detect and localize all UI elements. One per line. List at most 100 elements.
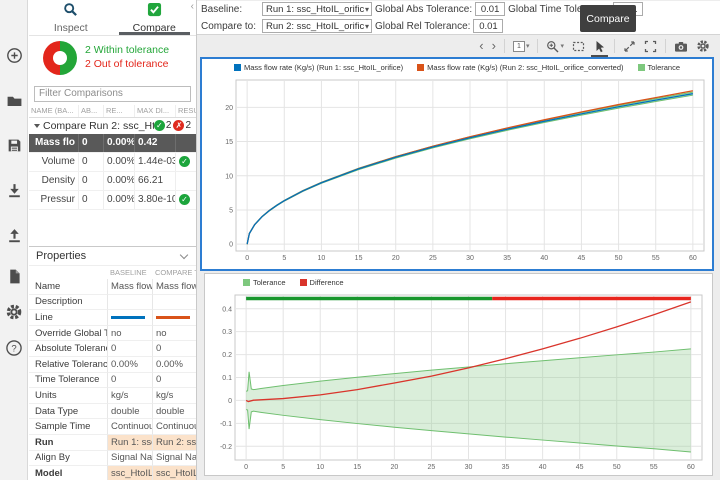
svg-text:20: 20: [390, 464, 398, 471]
compare-to-select[interactable]: Run 2: ssc_HtoIL_orifice_converted ▾: [262, 19, 372, 33]
property-row: Line: [29, 310, 196, 326]
fullscreen-icon[interactable]: [644, 40, 657, 53]
zoom-out-view-icon[interactable]: [623, 40, 636, 53]
add-button[interactable]: [0, 41, 28, 69]
difference-plot-area[interactable]: 0 5 10 15 20 25 30 35 40 45 50 55 60 -0.2 -0.1 0 0.1 0.2 0…: [205, 291, 712, 475]
group-pass-icon: ✓: [153, 120, 165, 131]
signal-row[interactable]: Volume 0 0.00% 1.44e-03 ✓: [29, 152, 196, 172]
properties-panel: Properties BASELINE COMPARE TO NameMass …: [29, 246, 196, 480]
col-name: NAME (BA...: [29, 104, 79, 117]
tab-inspect[interactable]: Inspect: [29, 0, 113, 35]
create-report-button[interactable]: [0, 262, 28, 290]
properties-rows: NameMass flow r...Mass flow r...Descript…: [29, 279, 196, 480]
legend-swatch: [299, 279, 307, 286]
comparison-group-row[interactable]: Compare Run 2: ssc_HtoIL_orific... ✓ 2 ✗…: [29, 118, 196, 134]
svg-text:10: 10: [318, 255, 326, 262]
preferences-button[interactable]: [0, 298, 28, 326]
svg-text:50: 50: [615, 255, 623, 262]
signal-row[interactable]: Mass flo00.00%0.42✗: [29, 133, 196, 153]
pointer-tool-icon[interactable]: [591, 40, 608, 57]
out-of-tolerance-count: 2 Out of tolerance: [85, 58, 169, 70]
svg-text:0: 0: [245, 255, 249, 262]
fit-to-view-icon[interactable]: [572, 40, 585, 53]
svg-text:15: 15: [225, 139, 233, 146]
compare-button[interactable]: Compare: [580, 5, 636, 32]
signals-chart[interactable]: Mass flow rate (Kg/s) (Run 1: ssc_HtoIL_…: [200, 57, 714, 271]
svg-text:0: 0: [229, 242, 233, 249]
compare-toolbar: Baseline: Run 1: ssc_HtoIL_orifice ▾ Glo…: [197, 1, 720, 35]
property-row: Absolute Tolerance00: [29, 341, 196, 357]
tab-compare[interactable]: Compare: [113, 0, 197, 35]
signal-row[interactable]: Density00.00%66.21✗: [29, 171, 196, 191]
global-abs-tolerance-input[interactable]: [475, 2, 506, 16]
baseline-select[interactable]: Run 1: ssc_HtoIL_orifice ▾: [262, 2, 372, 16]
global-abs-tolerance-label: Global Abs Tolerance:: [375, 3, 473, 15]
compare-to-select-value: Run 2: ssc_HtoIL_orifice_converted: [266, 20, 364, 32]
baseline-label: Baseline:: [201, 3, 243, 15]
baseline-line-swatch: [111, 315, 145, 319]
group-fail-count: 2: [185, 120, 191, 131]
save-button[interactable]: [0, 131, 28, 159]
group-label: Compare Run 2: ssc_HtoIL_orific...: [43, 119, 154, 132]
previous-view-icon[interactable]: ‹: [479, 39, 483, 52]
svg-text:0.1: 0.1: [222, 375, 232, 382]
svg-text:50: 50: [613, 464, 621, 471]
svg-text:40: 40: [539, 464, 547, 471]
property-row: Description: [29, 294, 196, 311]
property-row: Sample TimeContinuousContinuous: [29, 419, 196, 435]
difference-chart-legend: Tolerance Difference: [205, 274, 712, 291]
legend-swatch: [243, 279, 250, 286]
help-button[interactable]: ?: [0, 334, 28, 362]
zoom-in-icon[interactable]: ▾: [546, 40, 564, 53]
signal-row[interactable]: Pressur 0 0.00% 3.80e-10 ✓: [29, 190, 196, 210]
baseline-column-label: BASELINE: [110, 268, 147, 277]
collapse-panel-icon[interactable]: ‹: [191, 1, 194, 12]
import-button[interactable]: [0, 176, 28, 204]
subplot-layout-icon[interactable]: 1 ▾: [512, 40, 529, 52]
svg-text:-0.2: -0.2: [220, 444, 232, 451]
properties-title: Properties: [36, 250, 87, 262]
compare-panel: Inspect Compare ‹ 2 Within tolerance 2 O…: [29, 0, 197, 480]
properties-column-header: BASELINE COMPARE TO: [29, 266, 196, 279]
simulation-data-inspector-window: ? Inspect Compare ‹ 2 Within tolerance 2…: [0, 0, 720, 480]
filter-comparisons-input[interactable]: [34, 85, 191, 102]
group-fail-icon: ✗: [173, 120, 185, 131]
svg-text:40: 40: [540, 255, 548, 262]
svg-text:0.2: 0.2: [222, 352, 232, 359]
open-folder-button[interactable]: [0, 86, 28, 114]
svg-text:55: 55: [652, 255, 660, 262]
legend-swatch: [233, 64, 241, 71]
svg-text:35: 35: [502, 464, 510, 471]
legend-item: Tolerance: [243, 278, 286, 287]
compareto-column-label: COMPARE TO: [155, 268, 196, 277]
global-rel-tolerance-input[interactable]: [473, 19, 504, 33]
svg-text:-0.1: -0.1: [220, 421, 232, 428]
svg-text:0.3: 0.3: [222, 329, 232, 336]
properties-header[interactable]: Properties: [29, 247, 196, 266]
svg-text:25: 25: [428, 464, 436, 471]
next-view-icon[interactable]: ›: [492, 39, 496, 52]
legend-item: Difference: [299, 278, 344, 287]
signals-plot-area[interactable]: 0 5 10 15 20 25 30 35 40 45 50 55 60 0 5 10 15 20: [202, 76, 712, 265]
pass-icon: ✓: [179, 156, 190, 167]
difference-chart[interactable]: Tolerance Difference 0 5 10 15 20 25 30 35 40 45 50…: [204, 273, 713, 476]
svg-text:30: 30: [466, 255, 474, 262]
svg-text:?: ?: [11, 343, 16, 354]
legend-item: Mass flow rate (Kg/s) (Run 1: ssc_HtoIL_…: [233, 63, 403, 72]
comparison-table-header[interactable]: NAME (BA... AB... RE... MAX DI... RESULT: [29, 104, 196, 118]
plot-settings-gear-icon[interactable]: [696, 39, 710, 53]
col-rel: RE...: [104, 104, 135, 117]
svg-text:20: 20: [392, 255, 400, 262]
svg-text:15: 15: [355, 255, 363, 262]
svg-text:5: 5: [281, 464, 285, 471]
chevron-down-icon: [179, 250, 189, 259]
compareto-line-swatch: [156, 315, 190, 319]
property-row: Override Global T...nono: [29, 325, 196, 342]
legend-swatch: [417, 64, 425, 71]
snapshot-camera-icon[interactable]: [674, 40, 688, 53]
col-maxdiff: MAX DI...: [135, 104, 176, 117]
svg-text:0: 0: [244, 464, 248, 471]
dropdown-arrow-icon: ▾: [364, 4, 369, 14]
plot-region: Baseline: Run 1: ssc_HtoIL_orifice ▾ Glo…: [197, 0, 720, 480]
export-button[interactable]: [0, 221, 28, 249]
